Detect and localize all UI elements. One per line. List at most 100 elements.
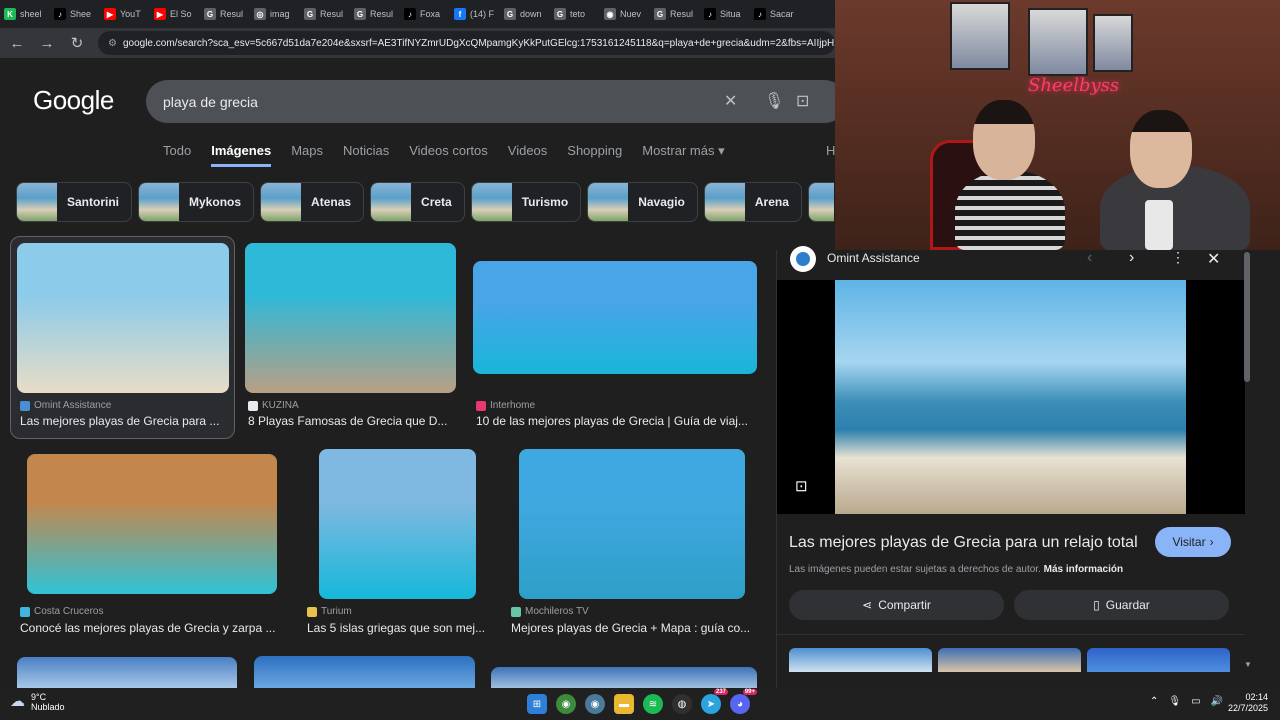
result-title[interactable]: 10 de las mejores playas de Grecia | Guí… (476, 414, 756, 428)
chip-turismo[interactable]: Turismo (470, 182, 582, 222)
weather-widget[interactable]: ☁ 9°C Nublado (10, 692, 65, 712)
microphone-icon[interactable]: 🎙 (764, 91, 784, 111)
share-button[interactable]: ⋖ Compartir (789, 590, 1004, 620)
back-icon[interactable]: ← (8, 35, 26, 52)
forward-icon[interactable]: → (38, 35, 56, 52)
chip-mykonos[interactable]: Mykonos (138, 182, 255, 222)
browser-tab[interactable]: ♪ Shee (50, 3, 100, 25)
chip-more[interactable] (807, 182, 834, 222)
browser-tab[interactable]: Gdown (500, 3, 550, 25)
related-image[interactable] (938, 648, 1081, 672)
browser-tab[interactable]: ◎ imag (250, 3, 300, 25)
result-image[interactable] (473, 261, 757, 374)
browser-tab[interactable]: G Resul (650, 3, 700, 25)
browser-tab[interactable]: ♪ Foxa (400, 3, 450, 25)
result-title[interactable]: Las mejores playas de Grecia para ... (20, 414, 225, 428)
result-image[interactable] (17, 243, 229, 393)
panel-scrollbar[interactable] (1244, 252, 1250, 382)
network-icon[interactable]: ▭ (1191, 696, 1200, 707)
temperature: 9°C (31, 692, 47, 702)
result-image[interactable] (519, 449, 745, 599)
result-title[interactable]: Mejores playas de Grecia + Mapa : guía c… (511, 621, 756, 635)
visit-button[interactable]: Visitar › (1155, 527, 1231, 557)
tab-noticias[interactable]: Noticias (343, 143, 389, 167)
result-title[interactable]: 8 Playas Famosas de Grecia que D... (248, 414, 453, 428)
browser-tab[interactable]: Gteto (550, 3, 600, 25)
browser-tab[interactable]: G Resul (200, 3, 250, 25)
tab-maps[interactable]: Maps (291, 143, 323, 167)
chip-arena[interactable]: Arena (703, 182, 802, 222)
chip-santorini[interactable]: Santorini (16, 182, 133, 222)
spotify-icon[interactable]: ≋ (643, 694, 663, 714)
more-options-icon[interactable]: ⋮ (1171, 249, 1185, 266)
result-source[interactable]: Omint Assistance (20, 400, 111, 411)
obs-icon[interactable]: ◍ (672, 694, 692, 714)
chevron-up-icon[interactable]: ⌃ (1150, 696, 1158, 707)
browser-tab[interactable]: G Resul (300, 3, 350, 25)
save-button[interactable]: ▯ Guardar (1014, 590, 1229, 620)
browser-tab[interactable]: ♪ Sacar (750, 3, 800, 25)
related-image[interactable] (1087, 648, 1230, 672)
result-source[interactable]: Mochileros TV (511, 606, 589, 617)
chip-atenas[interactable]: Atenas (260, 182, 365, 222)
panel-source-name[interactable]: Omint Assistance (827, 251, 920, 265)
preview-image[interactable] (835, 280, 1186, 514)
more-info-link[interactable]: Más información (1044, 564, 1123, 575)
browser-tab[interactable]: ◉ Nuev (600, 3, 650, 25)
tab-label: YouT (120, 9, 141, 19)
tab-videos[interactable]: Videos (508, 143, 548, 167)
browser-tab[interactable]: f (14) F (450, 3, 500, 25)
search-box[interactable]: playa de grecia ✕ 🎙 ⊡ (146, 80, 846, 123)
browser-tab[interactable]: ♪ Situa (700, 3, 750, 25)
browser-tab[interactable]: ▶ El So (150, 3, 200, 25)
tab-mostrar-más-[interactable]: Mostrar más ▾ (642, 143, 724, 167)
start-icon[interactable]: ⊞ (527, 694, 547, 714)
preview-title[interactable]: Las mejores playas de Grecia para un rel… (789, 534, 1138, 552)
file-explorer-icon[interactable]: ▬ (614, 694, 634, 714)
result-image-row3-3[interactable] (491, 667, 757, 688)
chip-creta[interactable]: Creta (370, 182, 465, 222)
browser-tab[interactable]: ▶ YouT (100, 3, 150, 25)
telegram-icon[interactable]: ➤ 237 (701, 689, 728, 714)
tab-todo[interactable]: Todo (163, 143, 191, 167)
result-image-row3-2[interactable] (254, 656, 475, 688)
chrome-profile-icon[interactable]: ◉ (585, 694, 605, 714)
result-source[interactable]: Costa Cruceros (20, 606, 103, 617)
result-image[interactable] (27, 454, 277, 594)
result-source[interactable]: Turium (307, 606, 352, 617)
browser-tab[interactable]: G Resul (350, 3, 400, 25)
result-source[interactable]: Interhome (476, 400, 535, 411)
clock-date: 22/7/2025 (1227, 703, 1268, 713)
tab-videos-cortos[interactable]: Videos cortos (409, 143, 488, 167)
related-image[interactable] (789, 648, 932, 672)
clear-icon[interactable]: ✕ (724, 91, 737, 111)
discord-icon[interactable]: ◕ 99+ (730, 689, 757, 714)
microphone-tray-icon[interactable]: 🎙 (1168, 696, 1181, 707)
browser-tab[interactable]: Ksheel (0, 3, 50, 25)
previous-icon[interactable]: ‹ (1087, 249, 1092, 267)
google-logo[interactable]: Google (33, 85, 114, 116)
lens-search-icon[interactable]: ⊡ (795, 477, 808, 495)
close-icon[interactable]: ✕ (1207, 249, 1220, 269)
result-image[interactable] (319, 449, 476, 599)
chip-navagio[interactable]: Navagio (587, 182, 698, 222)
result-image[interactable] (245, 243, 456, 393)
reload-icon[interactable]: ↻ (68, 34, 86, 52)
search-input[interactable]: playa de grecia (163, 94, 258, 110)
result-title[interactable]: Conocé las mejores playas de Grecia y za… (20, 621, 280, 635)
clock[interactable]: 02:14 22/7/2025 (1228, 692, 1268, 714)
site-info-icon[interactable]: ⚙ (108, 38, 117, 49)
tab-overflow[interactable]: H (826, 143, 835, 158)
source-favicon-icon (307, 606, 317, 617)
address-bar[interactable]: ⚙ google.com/search?sca_esv=5c667d51da7e… (98, 31, 835, 55)
tab-shopping[interactable]: Shopping (567, 143, 622, 167)
scroll-down-icon[interactable]: ▼ (1244, 660, 1252, 669)
volume-icon[interactable]: 🔊 (1211, 696, 1223, 707)
next-icon[interactable]: › (1129, 249, 1134, 267)
lens-icon[interactable]: ⊡ (796, 91, 809, 111)
result-source[interactable]: KUZINA (248, 400, 299, 411)
tab-imágenes[interactable]: Imágenes (211, 143, 272, 167)
result-title[interactable]: Las 5 islas griegas que son mej... (307, 621, 492, 635)
chrome-icon[interactable]: ◉ (556, 694, 576, 714)
result-image-row3-1[interactable] (17, 657, 237, 688)
